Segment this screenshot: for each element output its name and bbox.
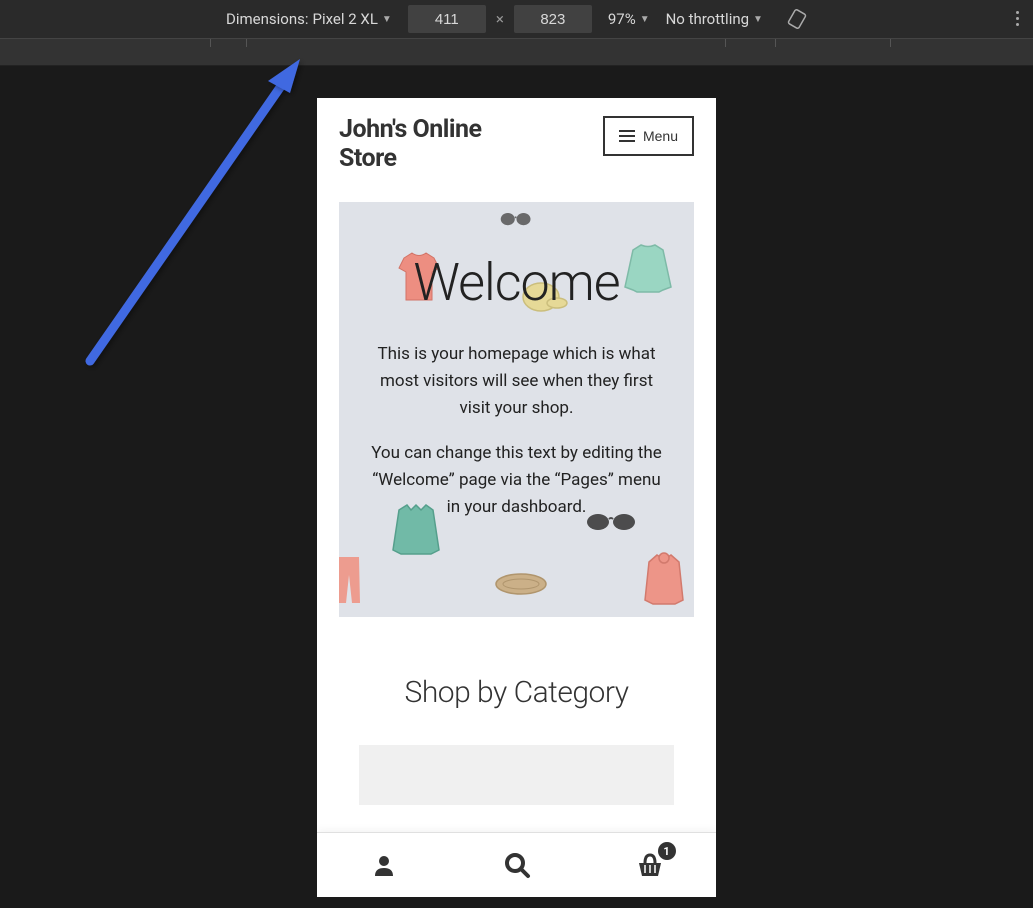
rotate-button[interactable] [787,9,807,29]
width-input[interactable] [408,5,486,33]
cart-button[interactable]: 1 [630,845,670,885]
search-icon [503,851,531,879]
pants-icon [339,555,364,605]
hamburger-icon [619,130,635,142]
dimensions-label: Dimensions: [226,10,309,28]
throttling-value: No throttling [666,10,749,28]
device-name: Pixel 2 XL [313,10,378,28]
zoom-value: 97% [608,10,636,28]
category-heading: Shop by Category [339,675,694,710]
height-input[interactable] [514,5,592,33]
caret-down-icon: ▼ [382,14,392,25]
menu-label: Menu [643,128,678,144]
more-options-button[interactable] [1016,8,1019,28]
search-button[interactable] [497,845,537,885]
site-title[interactable]: John's Online Store [339,116,539,174]
throttling-selector[interactable]: No throttling ▼ [666,10,763,28]
hero-paragraph: This is your homepage which is what most… [367,341,666,423]
site-header: John's Online Store Menu [317,98,716,184]
hero-heading: Welcome [367,252,666,313]
device-canvas: John's Online Store Menu [0,66,1033,908]
user-icon [371,852,397,878]
caret-down-icon: ▼ [640,14,650,25]
dimensions-selector[interactable]: Dimensions: Pixel 2 XL ▼ [226,10,392,28]
ruler [0,38,1033,66]
device-viewport: John's Online Store Menu [317,98,716,897]
devtools-toolbar: Dimensions: Pixel 2 XL ▼ × 97% ▼ No thro… [0,0,1033,38]
hero-section: Welcome This is your homepage which is w… [339,202,694,617]
caret-down-icon: ▼ [753,14,763,25]
zoom-selector[interactable]: 97% ▼ [608,10,650,28]
hero-paragraph: You can change this text by editing the … [367,440,666,522]
dimension-inputs: × [408,5,592,33]
jacket-icon [639,552,689,607]
category-placeholder[interactable] [359,745,674,805]
menu-button[interactable]: Menu [603,116,694,156]
belt-icon [494,569,549,599]
bottom-navigation: 1 [317,832,716,897]
account-button[interactable] [364,845,404,885]
cart-badge: 1 [658,842,676,860]
annotation-arrow [70,51,330,381]
dimension-separator: × [496,10,504,28]
category-section: Shop by Category [317,635,716,805]
sunglasses-icon [499,207,534,232]
